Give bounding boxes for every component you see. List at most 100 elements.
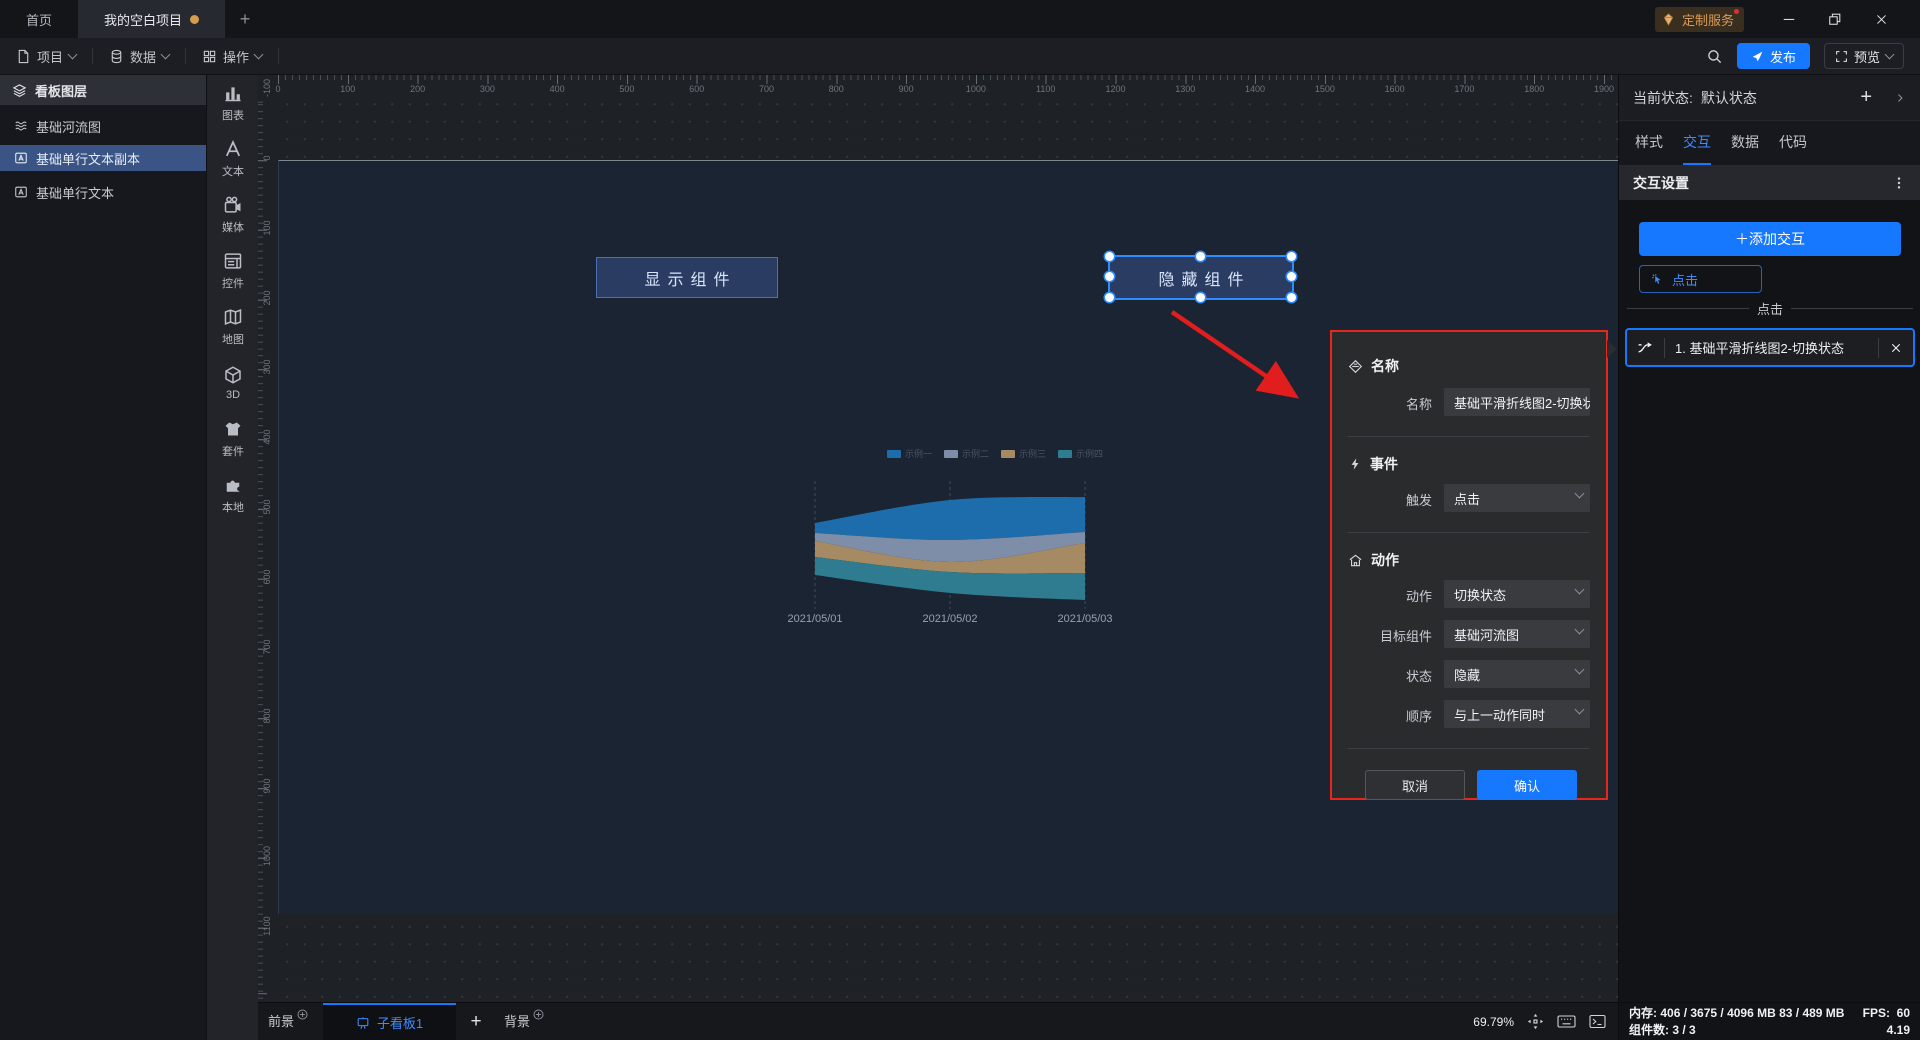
layer-item[interactable]: 基础河流图 <box>0 113 206 139</box>
legend-item[interactable]: 示例三 <box>1000 447 1046 460</box>
version-stat: 4.19 <box>1886 1023 1910 1037</box>
plus-icon: + <box>239 8 251 29</box>
fit-screen-icon[interactable] <box>1527 1013 1544 1030</box>
foreground-group[interactable]: 前景 <box>268 1003 309 1040</box>
target-component-select[interactable]: 基础河流图 <box>1444 620 1590 648</box>
tab-project[interactable]: 我的空白项目 <box>78 0 226 38</box>
document-icon <box>16 49 31 64</box>
tab-project-label: 我的空白项目 <box>104 12 183 28</box>
preview-label: 预览 <box>1853 49 1880 65</box>
selection-handle[interactable] <box>1286 292 1296 302</box>
ruler-label: 100 <box>262 220 272 236</box>
add-state-icon[interactable]: + <box>1860 86 1872 109</box>
click-event-tag[interactable]: 点击 <box>1639 265 1762 293</box>
sidebar-item-地图[interactable]: 地图 <box>207 299 259 355</box>
sidebar-item-label: 套件 <box>222 446 244 458</box>
add-background-icon[interactable] <box>532 1008 545 1021</box>
layer-item[interactable]: 基础单行文本副本 <box>0 145 206 171</box>
legend-swatch <box>1057 449 1072 458</box>
dialog-row-trigger: 触发 点击 <box>1332 484 1606 512</box>
selection-handle[interactable] <box>1195 251 1205 261</box>
selection-handle[interactable] <box>1104 251 1114 261</box>
new-tab-button[interactable]: + <box>225 0 265 38</box>
titlebar: 首页 我的空白项目 + 定制服务 <box>0 0 1920 38</box>
cancel-button[interactable]: 取消 <box>1365 770 1465 800</box>
background-group[interactable]: 背景 <box>504 1003 545 1040</box>
interaction-list-item[interactable]: 1. 基础平滑折线图2-切换状态 <box>1625 328 1915 367</box>
legend-item[interactable]: 示例一 <box>886 447 932 460</box>
add-interaction-button[interactable]: ＋添加交互 <box>1639 222 1901 256</box>
ruler-label: 1300 <box>1175 84 1196 94</box>
ruler-label: 800 <box>828 84 844 94</box>
selection-handle[interactable] <box>1104 292 1114 302</box>
state-label: 当前状态: <box>1633 89 1693 106</box>
dialog-section-action: 动作 <box>1348 550 1399 570</box>
sidebar-item-套件[interactable]: 套件 <box>207 411 259 467</box>
bolt-icon <box>1348 457 1362 471</box>
legend-item[interactable]: 示例二 <box>943 447 989 460</box>
tab-样式[interactable]: 样式 <box>1635 121 1663 165</box>
tab-数据[interactable]: 数据 <box>1731 121 1759 165</box>
order-select[interactable]: 与上一动作同时 <box>1444 700 1590 728</box>
sidebar-item-图表[interactable]: 图表 <box>207 75 259 131</box>
river-icon <box>14 119 28 133</box>
dialog-row-action: 动作 切换状态 <box>1332 580 1606 608</box>
river-chart-component[interactable]: 示例一 示例二 示例三 示例四 2021/05/01 2021/05/02 2021/05… <box>787 445 1112 640</box>
search-icon[interactable] <box>1706 48 1723 65</box>
keyboard-icon[interactable] <box>1557 1014 1576 1029</box>
more-menu-icon[interactable] <box>1892 176 1906 190</box>
x-axis-label: 2021/05/02 <box>922 613 978 625</box>
legend-item[interactable]: 示例四 <box>1057 447 1103 460</box>
status-box: 内存: 406 / 3675 / 4096 MB 83 / 489 MB FPS… <box>1618 1002 1920 1040</box>
trigger-select[interactable]: 点击 <box>1444 484 1590 512</box>
service-badge-label: 定制服务 <box>1681 12 1734 28</box>
menu-project[interactable]: 项目 <box>0 38 92 74</box>
menu-data[interactable]: 数据 <box>93 38 185 74</box>
zoom-level[interactable]: 69.79% <box>1473 1015 1514 1029</box>
ruler-label: 800 <box>262 708 272 724</box>
menu-data-label: 数据 <box>130 49 157 65</box>
action-select[interactable]: 切换状态 <box>1444 580 1590 608</box>
sidebar-item-本地[interactable]: 本地 <box>207 467 259 523</box>
custom-service-badge[interactable]: 定制服务 <box>1654 6 1744 32</box>
hide-component-button[interactable]: 隐藏组件 <box>1104 251 1296 302</box>
remove-interaction-icon[interactable] <box>1879 342 1913 354</box>
ruler-label: 1600 <box>1384 84 1405 94</box>
text-component-icon <box>14 185 28 199</box>
ruler-label: 600 <box>262 569 272 585</box>
database-icon <box>109 49 124 64</box>
chevron-right-icon[interactable] <box>1894 92 1906 104</box>
tab-交互[interactable]: 交互 <box>1683 121 1711 165</box>
restore-button[interactable] <box>1812 0 1858 38</box>
selection-handle[interactable] <box>1286 272 1296 281</box>
add-foreground-icon[interactable] <box>296 1008 309 1021</box>
dialog-row-state: 状态 隐藏 <box>1332 660 1606 688</box>
ruler-label: 300 <box>479 84 495 94</box>
close-button[interactable] <box>1858 0 1904 38</box>
add-board-button[interactable]: + <box>456 1003 496 1040</box>
name-input[interactable]: 基础平滑折线图2-切换状 <box>1444 388 1590 416</box>
confirm-button[interactable]: 确认 <box>1477 770 1577 800</box>
selection-handle[interactable] <box>1286 251 1296 261</box>
subboard-tab[interactable]: 子看板1 <box>323 1003 457 1040</box>
ruler-label: 100 <box>340 84 356 94</box>
ruler-label: 200 <box>410 84 426 94</box>
state-select[interactable]: 隐藏 <box>1444 660 1590 688</box>
tab-home[interactable]: 首页 <box>0 0 78 38</box>
layer-item[interactable]: 基础单行文本 <box>0 179 206 205</box>
selection-handle[interactable] <box>1195 292 1205 302</box>
sidebar-item-文本[interactable]: 文本 <box>207 131 259 187</box>
minimize-button[interactable] <box>1766 0 1812 38</box>
sidebar-item-3D[interactable]: 3D <box>207 355 259 411</box>
sidebar-item-控件[interactable]: 控件 <box>207 243 259 299</box>
menu-operation[interactable]: 操作 <box>186 38 278 74</box>
cube-icon <box>223 365 243 385</box>
media-icon <box>223 195 243 215</box>
preview-button[interactable]: 预览 <box>1823 43 1904 69</box>
sidebar-item-媒体[interactable]: 媒体 <box>207 187 259 243</box>
show-component-button[interactable]: 显示组件 <box>596 257 778 298</box>
selection-handle[interactable] <box>1104 272 1114 281</box>
tab-代码[interactable]: 代码 <box>1779 121 1807 165</box>
publish-button[interactable]: 发布 <box>1736 43 1810 69</box>
terminal-icon[interactable] <box>1589 1014 1606 1029</box>
